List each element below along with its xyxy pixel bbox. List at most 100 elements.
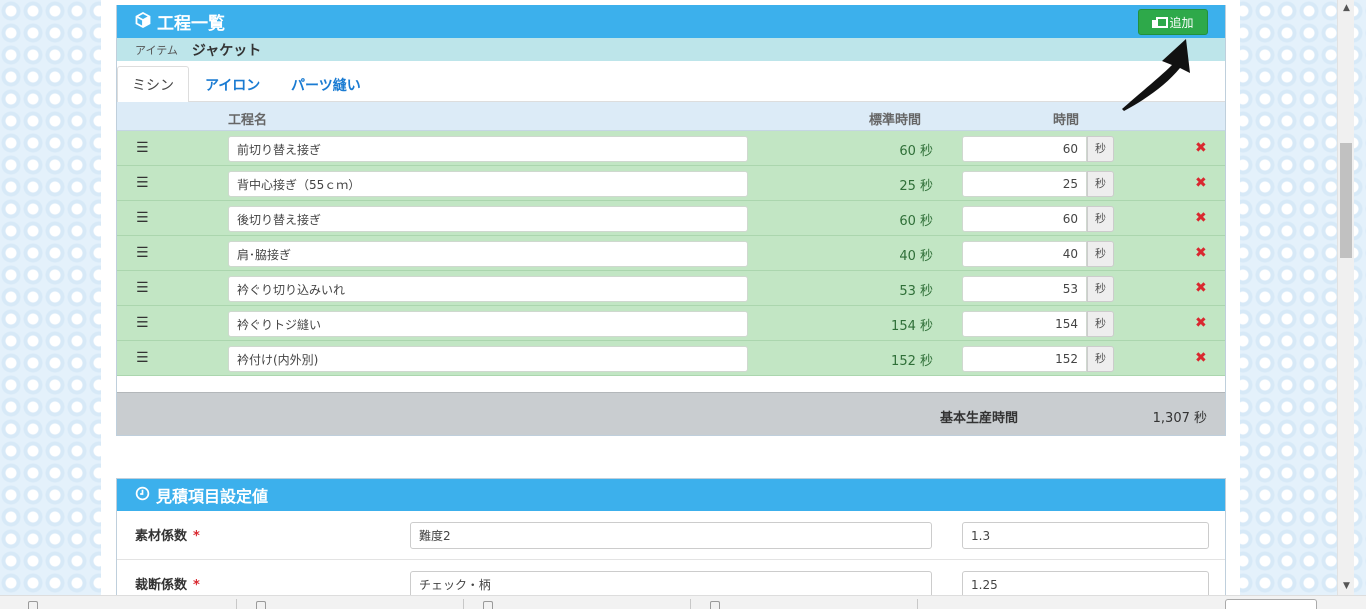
add-button[interactable]: 追加 (1138, 9, 1208, 35)
table-row: ☰ 53 秒 秒 ✖ (117, 271, 1225, 306)
column-header-name: 工程名 (228, 113, 268, 128)
times-icon[interactable]: ✖ (1195, 175, 1207, 191)
time-unit: 秒 (1087, 276, 1114, 302)
taskbar-item-icon[interactable] (28, 601, 38, 609)
scroll-down-icon[interactable]: ▼ (1338, 578, 1355, 595)
times-icon[interactable]: ✖ (1195, 245, 1207, 261)
material-factor-select[interactable] (410, 522, 932, 549)
bars-icon[interactable]: ☰ (136, 176, 149, 190)
bars-icon[interactable]: ☰ (136, 211, 149, 225)
process-table-body: ☰ 60 秒 秒 ✖ ☰ 25 秒 秒 ✖ ☰ 60 秒 秒 ✖ ☰ 40 秒 (117, 131, 1225, 376)
times-icon[interactable]: ✖ (1195, 280, 1207, 296)
time-unit: 秒 (1087, 171, 1114, 197)
arrow-annotation (1122, 39, 1190, 111)
process-name-input[interactable] (228, 276, 748, 302)
cube-icon (135, 11, 151, 32)
standard-time-value: 40 秒 (899, 249, 933, 264)
scroll-up-icon[interactable]: ▲ (1338, 0, 1355, 17)
process-name-input[interactable] (228, 136, 748, 162)
tab-ironing[interactable]: アイロン (189, 66, 276, 103)
bottom-taskbar (0, 595, 1366, 609)
time-input[interactable] (962, 346, 1087, 372)
standard-time-value: 152 秒 (891, 354, 933, 369)
copy-plus-icon (1152, 16, 1169, 28)
process-name-input[interactable] (228, 311, 748, 337)
bars-icon[interactable]: ☰ (136, 351, 149, 365)
bars-icon[interactable]: ☰ (136, 316, 149, 330)
scrollbar-thumb[interactable] (1340, 143, 1352, 258)
table-row: ☰ 152 秒 秒 ✖ (117, 341, 1225, 376)
time-input[interactable] (962, 136, 1087, 162)
process-name-input[interactable] (228, 346, 748, 372)
time-unit: 秒 (1087, 136, 1114, 162)
tab-sewing[interactable]: ミシン (117, 66, 189, 103)
estimate-panel-header: 見積項目設定値 (117, 479, 1225, 511)
cutting-factor-label-text: 裁断係数 (135, 578, 188, 593)
total-label: 基本生産時間 (940, 411, 1019, 426)
taskbar-divider (463, 599, 464, 609)
time-input[interactable] (962, 206, 1087, 232)
time-unit: 秒 (1087, 311, 1114, 337)
add-button-label: 追加 (1169, 15, 1194, 30)
cutting-factor-value[interactable] (962, 571, 1209, 595)
process-panel-title: 工程一覧 (157, 14, 225, 34)
process-panel-header: 工程一覧 追加 (117, 5, 1225, 38)
standard-time-value: 154 秒 (891, 319, 933, 334)
estimate-panel-title: 見積項目設定値 (156, 487, 269, 506)
item-bar: アイテム ジャケット (117, 38, 1225, 61)
process-tabs: ミシン アイロン パーツ縫い (117, 61, 1225, 103)
standard-time-value: 53 秒 (899, 284, 933, 299)
required-mark: * (193, 529, 200, 544)
taskbar-divider (690, 599, 691, 609)
estimate-row-cutting: 裁断係数 * (117, 560, 1225, 595)
column-header-time: 時間 (1053, 113, 1080, 128)
table-row: ☰ 25 秒 秒 ✖ (117, 166, 1225, 201)
standard-time-value: 60 秒 (899, 214, 933, 229)
cutting-factor-label: 裁断係数 * (135, 574, 200, 593)
item-label: アイテム (135, 43, 178, 57)
vertical-scrollbar[interactable]: ▲ ▼ (1337, 0, 1354, 595)
table-row: ☰ 60 秒 秒 ✖ (117, 201, 1225, 236)
time-input[interactable] (962, 171, 1087, 197)
times-icon[interactable]: ✖ (1195, 140, 1207, 156)
table-row: ☰ 154 秒 秒 ✖ (117, 306, 1225, 341)
standard-time-value: 60 秒 (899, 144, 933, 159)
item-value: ジャケット (191, 42, 262, 59)
material-factor-label-text: 素材係数 (135, 529, 188, 544)
time-unit: 秒 (1087, 206, 1114, 232)
bars-icon[interactable]: ☰ (136, 141, 149, 155)
bars-icon[interactable]: ☰ (136, 281, 149, 295)
material-factor-value[interactable] (962, 522, 1209, 549)
bars-icon[interactable]: ☰ (136, 246, 149, 260)
taskbar-divider (236, 599, 237, 609)
material-factor-label: 素材係数 * (135, 525, 200, 544)
clock-icon (135, 486, 150, 505)
cutting-factor-select[interactable] (410, 571, 932, 595)
tab-parts-sewing[interactable]: パーツ縫い (275, 66, 377, 103)
time-unit: 秒 (1087, 241, 1114, 267)
taskbar-item-icon[interactable] (256, 601, 266, 609)
estimate-settings-panel: 見積項目設定値 素材係数 * 裁断係数 * (116, 478, 1226, 595)
time-unit: 秒 (1087, 346, 1114, 372)
times-icon[interactable]: ✖ (1195, 210, 1207, 226)
taskbar-item-icon[interactable] (483, 601, 493, 609)
taskbar-item-icon[interactable] (710, 601, 720, 609)
total-bar: 基本生産時間 1,307 秒 (117, 392, 1225, 435)
times-icon[interactable]: ✖ (1195, 315, 1207, 331)
taskbar-divider (917, 599, 918, 609)
times-icon[interactable]: ✖ (1195, 350, 1207, 366)
time-input[interactable] (962, 311, 1087, 337)
estimate-row-material: 素材係数 * (117, 511, 1225, 560)
table-row: ☰ 40 秒 秒 ✖ (117, 236, 1225, 271)
process-name-input[interactable] (228, 241, 748, 267)
table-row: ☰ 60 秒 秒 ✖ (117, 131, 1225, 166)
standard-time-value: 25 秒 (899, 179, 933, 194)
time-input[interactable] (962, 241, 1087, 267)
required-mark: * (193, 578, 200, 593)
process-name-input[interactable] (228, 171, 748, 197)
taskbar-button[interactable] (1225, 599, 1317, 609)
column-header-standard-time: 標準時間 (869, 113, 922, 128)
process-name-input[interactable] (228, 206, 748, 232)
total-value: 1,307 秒 (1152, 411, 1207, 426)
time-input[interactable] (962, 276, 1087, 302)
